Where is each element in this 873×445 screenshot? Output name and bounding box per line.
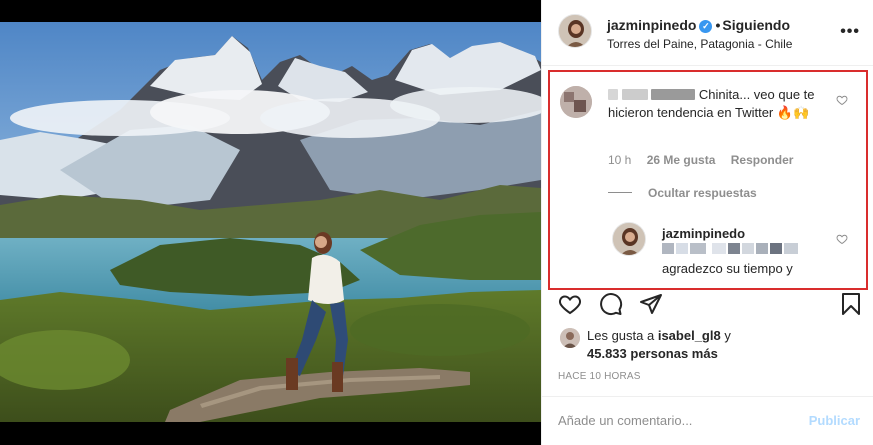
- patagonia-landscape-image: [0, 0, 541, 445]
- instagram-post-view: jazminpinedo ✓ • Siguiendo Torres del Paine…: [0, 0, 873, 445]
- separator-dot: •: [715, 17, 721, 33]
- share-icon[interactable]: [639, 292, 663, 316]
- bookmark-icon[interactable]: [839, 292, 863, 316]
- author-line: jazminpinedo ✓ • Siguiendo: [607, 17, 790, 33]
- liker-avatar-image: [560, 328, 580, 348]
- verified-badge-icon: ✓: [699, 20, 713, 33]
- more-options-icon[interactable]: •••: [840, 23, 860, 41]
- likes-others-count[interactable]: 45.833 personas más: [587, 346, 718, 361]
- post-header: jazminpinedo ✓ • Siguiendo Torres del Paine…: [542, 0, 873, 66]
- redacted-username: [621, 89, 648, 100]
- comment-meta: 10 h 26 Me gusta Responder: [608, 153, 805, 167]
- heart-icon[interactable]: [558, 292, 582, 316]
- likes-summary: Les gusta a isabel_gl8 y: [587, 328, 731, 343]
- comment-time: 10 h: [608, 153, 632, 167]
- comment-icon[interactable]: [599, 292, 623, 316]
- author-avatar-image: [559, 15, 591, 47]
- hide-replies-line: [608, 192, 632, 193]
- redacted-username: [651, 89, 696, 100]
- redacted-reply-text: [662, 243, 798, 254]
- reply-button[interactable]: Responder: [731, 153, 794, 167]
- likes-conj: y: [724, 328, 731, 343]
- post-timestamp[interactable]: HACE 10 HORAS: [558, 371, 641, 382]
- hide-replies-button[interactable]: Ocultar respuestas: [648, 186, 757, 200]
- author-avatar[interactable]: [558, 14, 592, 48]
- commenter-avatar[interactable]: [560, 86, 592, 118]
- following-button[interactable]: Siguiendo: [722, 17, 790, 33]
- reply-text: agradezco su tiempo y: [662, 261, 793, 276]
- likes-prefix: Les gusta a: [587, 328, 655, 343]
- author-username[interactable]: jazminpinedo: [607, 17, 696, 33]
- liker-username[interactable]: isabel_gl8: [658, 328, 721, 343]
- redacted-username: [608, 89, 618, 100]
- publish-button[interactable]: Publicar: [809, 413, 860, 428]
- reply-username[interactable]: jazminpinedo: [662, 226, 745, 241]
- post-side-panel: jazminpinedo ✓ • Siguiendo Torres del Paine…: [541, 0, 873, 445]
- liker-avatar[interactable]: [560, 328, 580, 348]
- comment-like-heart-icon[interactable]: [836, 94, 848, 106]
- post-photo[interactable]: [0, 0, 541, 445]
- comment-likes-count[interactable]: 26 Me gusta: [647, 153, 716, 167]
- commenter-avatar-image: [560, 86, 592, 118]
- comment-composer: Publicar: [542, 396, 873, 445]
- action-bar: [542, 290, 873, 320]
- reply-like-heart-icon[interactable]: [836, 233, 848, 245]
- reply-author-avatar[interactable]: [612, 222, 646, 256]
- add-comment-input[interactable]: [558, 413, 798, 428]
- post-location[interactable]: Torres del Paine, Patagonia - Chile: [607, 37, 792, 51]
- comment-body: Chinita... veo que te hicieron tendencia…: [608, 86, 828, 122]
